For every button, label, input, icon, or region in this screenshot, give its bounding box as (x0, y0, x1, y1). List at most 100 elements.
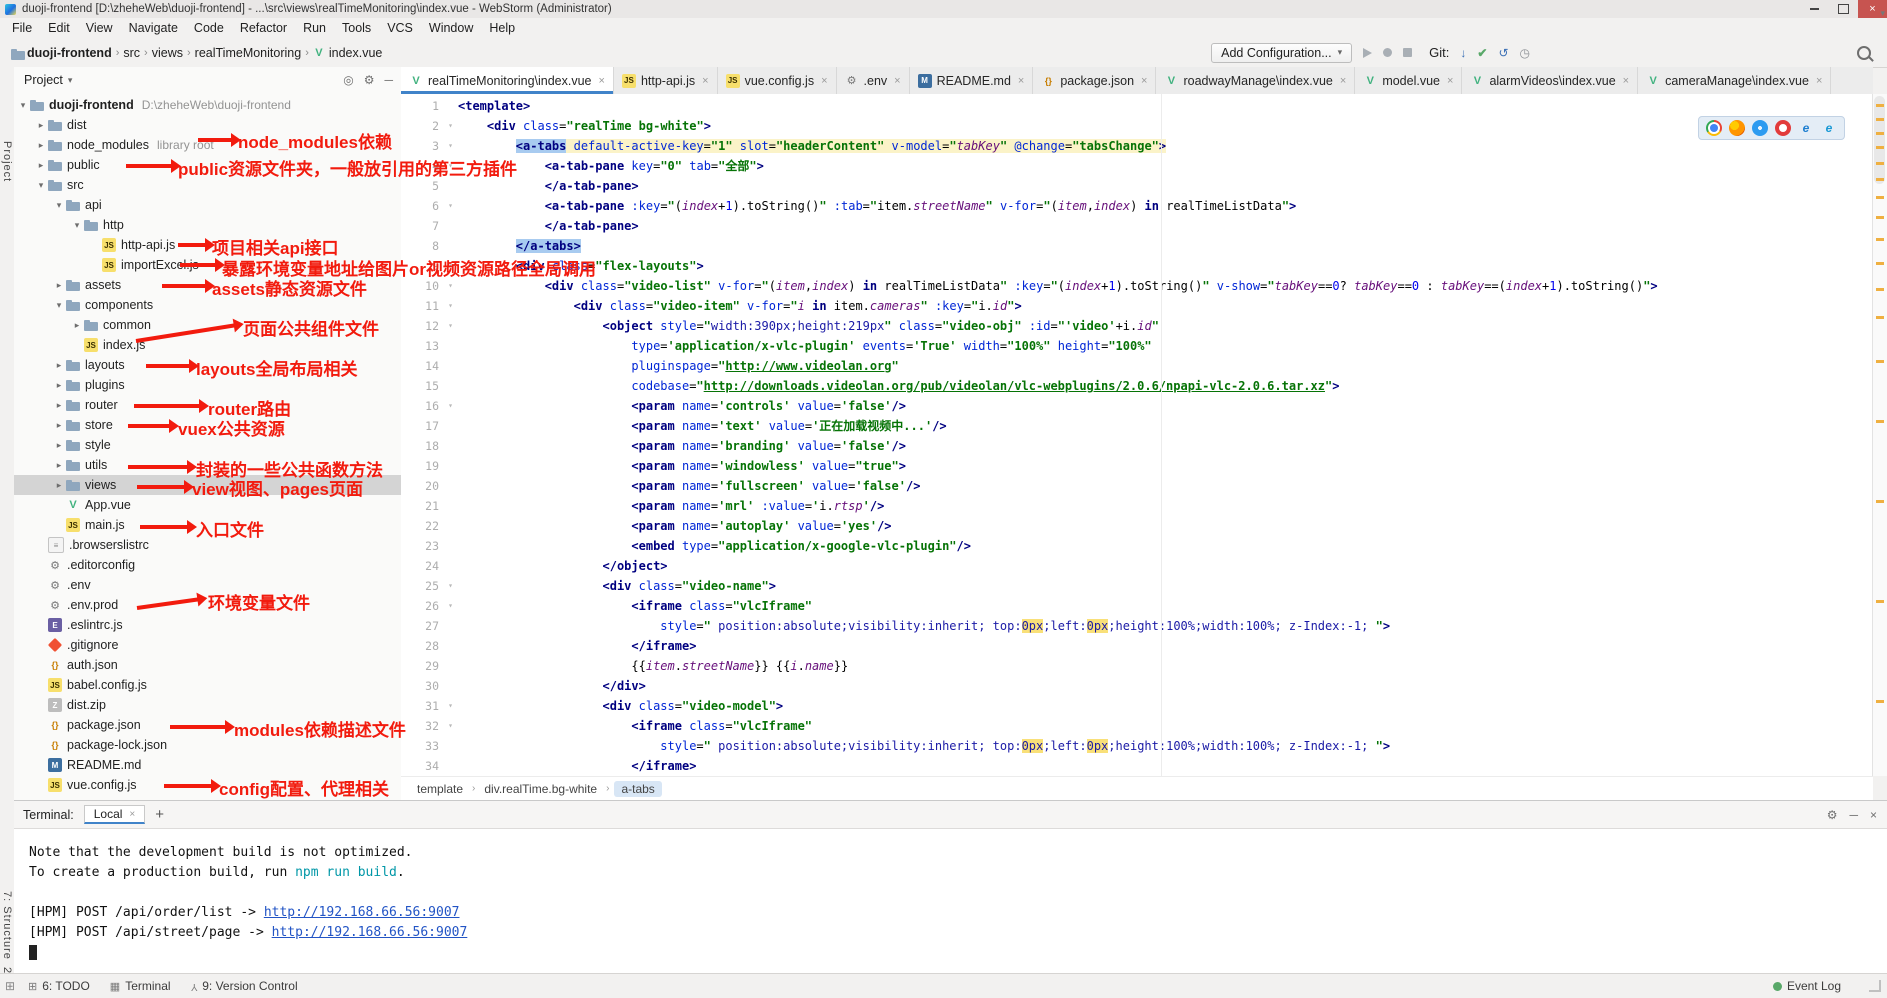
fold-icon[interactable]: ▾ (443, 156, 458, 176)
minimize-button[interactable] (1800, 0, 1829, 18)
code-text[interactable]: <embed type="application/x-google-vlc-pl… (458, 536, 971, 556)
editor-tab-realtimemonitoring-index-vue[interactable]: VrealTimeMonitoring\index.vue× (401, 67, 614, 94)
tree-item-browserslistrc[interactable]: ≡.browserslistrc (14, 535, 401, 555)
fold-icon[interactable]: ▾ (443, 716, 458, 736)
code-text[interactable]: <a-tabs default-active-key="1" slot="hea… (458, 136, 1166, 156)
breadcrumb-item-src[interactable]: src (120, 46, 143, 60)
breadcrumb-item-realtimemonitoring[interactable]: realTimeMonitoring (192, 46, 305, 60)
code-text[interactable]: style=" position:absolute;visibility:inh… (458, 616, 1390, 636)
close-icon[interactable]: × (1018, 75, 1024, 87)
code-text[interactable]: </iframe> (458, 756, 696, 776)
warning-stripe-mark[interactable] (1876, 104, 1884, 107)
tree-item-editorconfig[interactable]: ⚙.editorconfig (14, 555, 401, 575)
close-panel-icon[interactable]: × (1870, 808, 1877, 822)
code-text[interactable]: <object style="width:390px;height:219px"… (458, 316, 1159, 336)
editor-tab-alarmvideos-index-vue[interactable]: ValarmVideos\index.vue× (1462, 67, 1638, 94)
tree-item-duoji-frontend[interactable]: ▾duoji-frontendD:\zheheWeb\duoji-fronten… (14, 95, 401, 115)
code-text[interactable]: </div> (458, 676, 646, 696)
tree-item-env[interactable]: ⚙.env (14, 575, 401, 595)
code-text[interactable]: type='application/x-vlc-plugin' events='… (458, 336, 1152, 356)
terminal-settings-gear-icon[interactable]: ⚙ (1827, 808, 1838, 822)
warning-stripe-mark[interactable] (1876, 132, 1884, 135)
code-text[interactable]: <a-tab-pane :key="(index+1).toString()" … (458, 196, 1296, 216)
chevron-down-icon[interactable]: ▾ (70, 220, 84, 231)
code-text[interactable]: <div class="flex-layouts"> (458, 256, 704, 276)
fold-icon[interactable]: ▾ (443, 696, 458, 716)
fold-icon[interactable]: ▾ (443, 196, 458, 216)
tree-item-package-json[interactable]: {}package.json (14, 715, 401, 735)
menu-run[interactable]: Run (295, 21, 334, 35)
tree-item-http[interactable]: ▾http (14, 215, 401, 235)
chevron-down-icon[interactable]: ▾ (34, 180, 48, 191)
chevron-down-icon[interactable]: ▾ (68, 75, 73, 86)
tree-item-components[interactable]: ▾components (14, 295, 401, 315)
menu-tools[interactable]: Tools (334, 21, 379, 35)
statusbar-9-version-control[interactable]: Y9: Version Control (191, 979, 298, 993)
hide-panel-icon[interactable]: ─ (384, 73, 393, 87)
breadcrumb-item-duoji-frontend[interactable]: duoji-frontend (8, 46, 115, 60)
terminal-output[interactable]: Note that the development build is not o… (14, 829, 1887, 963)
tree-item-gitignore[interactable]: .gitignore (14, 635, 401, 655)
code-text[interactable]: <div class="realTime bg-white"> (458, 116, 711, 136)
tree-item-main-js[interactable]: JSmain.js (14, 515, 401, 535)
tree-item-api[interactable]: ▾api (14, 195, 401, 215)
project-panel-title[interactable]: Project (24, 73, 63, 87)
edge-icon[interactable]: e (1821, 120, 1837, 136)
fold-icon[interactable]: ▾ (443, 276, 458, 296)
editor-tab-readme-md[interactable]: MREADME.md× (910, 67, 1034, 94)
fold-icon[interactable]: ▾ (443, 396, 458, 416)
warning-stripe-mark[interactable] (1876, 420, 1884, 423)
code-text[interactable]: </a-tabs> (458, 236, 581, 256)
warning-stripe-mark[interactable] (1876, 118, 1884, 121)
tree-item-node-modules[interactable]: ▸node_moduleslibrary root (14, 135, 401, 155)
menu-edit[interactable]: Edit (40, 21, 78, 35)
menu-code[interactable]: Code (186, 21, 232, 35)
warning-stripe-mark[interactable] (1876, 216, 1884, 219)
code-text[interactable]: </object> (458, 556, 668, 576)
warning-stripe-mark[interactable] (1876, 238, 1884, 241)
fold-icon[interactable]: ▾ (443, 256, 458, 276)
tabs-overflow-icon[interactable]: ▾ (1880, 8, 1885, 19)
git-history-icon[interactable]: ◷ (1520, 47, 1530, 59)
editor-tab-cameramanage-index-vue[interactable]: VcameraManage\index.vue× (1638, 67, 1831, 94)
stripe-project[interactable]: Project (1, 141, 13, 182)
code-text[interactable]: </iframe> (458, 636, 696, 656)
new-terminal-session-icon[interactable]: + (155, 806, 164, 823)
code-text[interactable]: <param name='branding' value='false'/> (458, 436, 906, 456)
opera-icon[interactable] (1775, 120, 1791, 136)
chevron-right-icon[interactable]: ▸ (52, 280, 66, 291)
tree-item-eslintrc-js[interactable]: E.eslintrc.js (14, 615, 401, 635)
tree-item-layouts[interactable]: ▸layouts (14, 355, 401, 375)
tree-item-auth-json[interactable]: {}auth.json (14, 655, 401, 675)
tree-item-style[interactable]: ▸style (14, 435, 401, 455)
tree-item-vue-config-js[interactable]: JSvue.config.js (14, 775, 401, 795)
maximize-button[interactable] (1829, 0, 1858, 18)
code-text[interactable]: <div class="video-item" v-for="i in item… (458, 296, 1022, 316)
chevron-right-icon[interactable]: ▸ (52, 400, 66, 411)
minimize-panel-icon[interactable]: ─ (1849, 808, 1858, 822)
close-icon[interactable]: × (599, 75, 605, 87)
editor-tab-env[interactable]: ⚙.env× (837, 67, 910, 94)
code-text[interactable]: <div class="video-list" v-for="(item,ind… (458, 276, 1658, 296)
chevron-right-icon[interactable]: ▸ (70, 320, 84, 331)
close-icon[interactable]: × (1340, 75, 1346, 87)
fold-icon[interactable]: ▾ (443, 136, 458, 156)
code-text[interactable]: <div class="video-name"> (458, 576, 776, 596)
chevron-right-icon[interactable]: ▸ (52, 360, 66, 371)
menu-view[interactable]: View (78, 21, 121, 35)
tree-item-common[interactable]: ▸common (14, 315, 401, 335)
git-revert-icon[interactable]: ↺ (1498, 47, 1508, 59)
terminal-link[interactable]: http://192.168.66.56:9007 (272, 925, 468, 940)
tree-item-views[interactable]: ▸views (14, 475, 401, 495)
breadcrumb-item-index-vue[interactable]: Vindex.vue (310, 46, 386, 60)
code-text[interactable]: <param name='autoplay' value='yes'/> (458, 516, 892, 536)
code-text[interactable]: <param name='windowless' value="true"> (458, 456, 906, 476)
tree-item-readme-md[interactable]: MREADME.md (14, 755, 401, 775)
editor-tab-roadwaymanage-index-vue[interactable]: VroadwayManage\index.vue× (1156, 67, 1355, 94)
warning-stripe-mark[interactable] (1876, 162, 1884, 165)
tree-item-env-prod[interactable]: ⚙.env.prod (14, 595, 401, 615)
chevron-right-icon[interactable]: ▸ (34, 120, 48, 131)
chrome-icon[interactable] (1706, 120, 1722, 136)
safari-icon[interactable] (1752, 120, 1768, 136)
menu-refactor[interactable]: Refactor (232, 21, 295, 35)
